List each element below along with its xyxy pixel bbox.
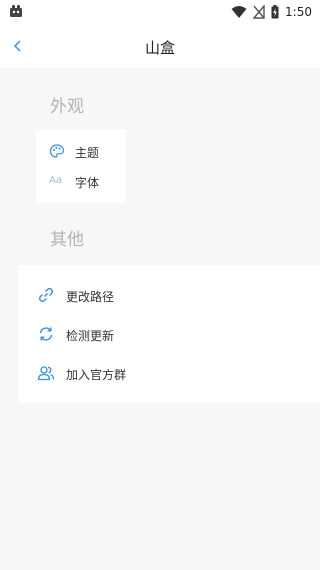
settings-item-join-group[interactable]: 加入官方群 — [18, 362, 320, 386]
settings-item-label: 加入官方群 — [66, 368, 127, 382]
other-card: 更改路径 检测更新 加入官方群 — [18, 265, 320, 403]
no-signal-icon — [253, 5, 265, 19]
settings-item-check-update[interactable]: 检测更新 — [18, 323, 320, 347]
palette-icon — [49, 144, 65, 158]
settings-item-label: 主题 — [75, 146, 100, 160]
font-aa-icon: Aa — [49, 175, 62, 186]
settings-item-change-path[interactable]: 更改路径 — [18, 284, 320, 308]
appearance-card: 主题 Aa 字体 — [36, 130, 126, 203]
settings-item-label: 检测更新 — [66, 329, 115, 343]
settings-item-theme[interactable]: 主题 — [36, 140, 126, 164]
settings-item-label: 更改路径 — [66, 290, 115, 304]
link-icon — [38, 287, 54, 303]
section-title-other: 其他 — [50, 230, 84, 250]
page-title: 山盒 — [144, 39, 175, 57]
status-bar: 1:50 — [0, 0, 320, 24]
settings-item-label: 字体 — [75, 176, 100, 190]
app-header: 山盒 — [0, 24, 320, 68]
settings-item-font[interactable]: Aa 字体 — [36, 170, 126, 194]
refresh-icon — [39, 327, 53, 341]
wifi-icon — [231, 6, 247, 18]
app-notification-icon — [10, 5, 22, 17]
battery-charging-icon — [271, 5, 279, 19]
section-title-appearance: 外观 — [50, 97, 84, 117]
group-icon — [37, 366, 55, 381]
status-time: 1:50 — [285, 5, 312, 19]
